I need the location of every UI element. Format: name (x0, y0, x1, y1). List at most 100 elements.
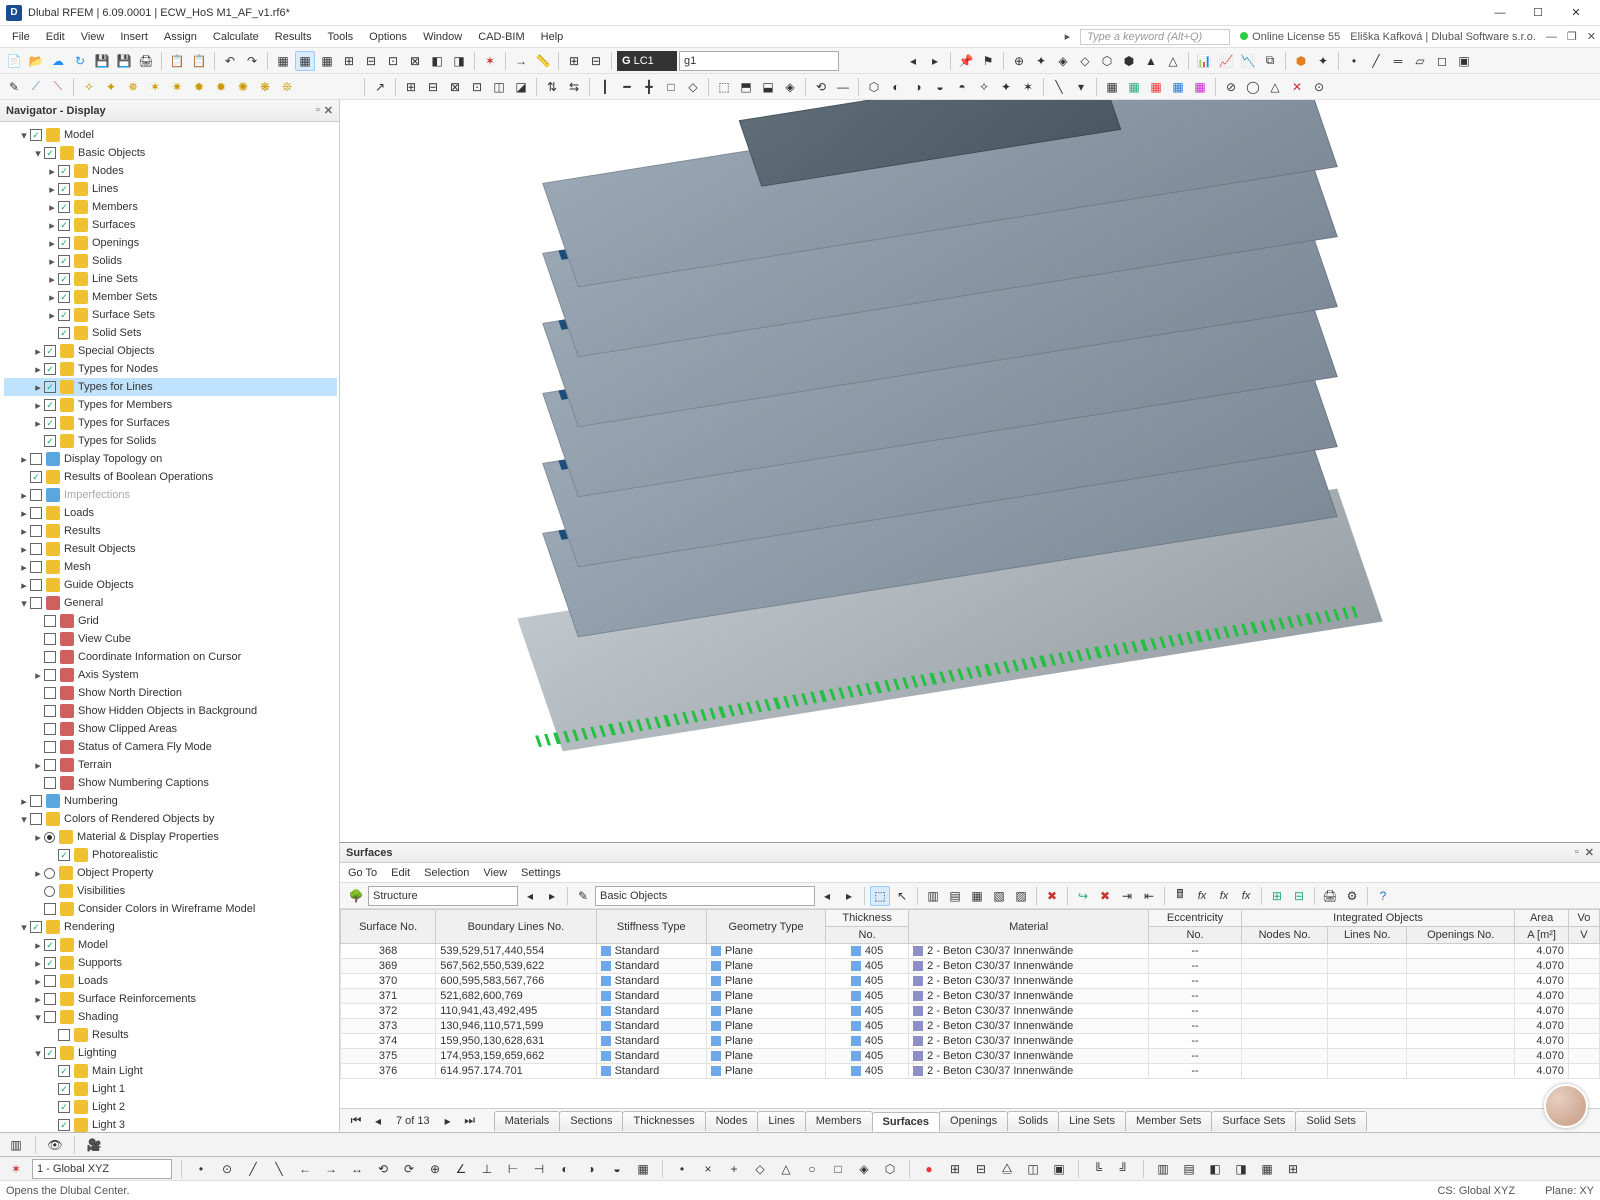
copy-icon[interactable]: 📋 (167, 51, 187, 71)
s-m2-icon[interactable]: ▤ (1179, 1159, 1199, 1179)
maximize-button[interactable]: ☐ (1520, 2, 1556, 24)
s-i16-icon[interactable]: ◑ (581, 1159, 601, 1179)
doc-close-icon[interactable]: ✕ (1587, 30, 1596, 43)
tree-item[interactable]: ▸Member Sets (4, 288, 337, 306)
s-l2-icon[interactable]: ╝ (1114, 1159, 1134, 1179)
table-row[interactable]: 376614.957.174.701StandardPlane4052 - Be… (341, 1064, 1600, 1079)
t2-f1-icon[interactable]: ⬡ (864, 77, 884, 97)
data-tab[interactable]: Line Sets (1058, 1111, 1126, 1131)
dp-delete-icon[interactable]: ✖ (1042, 886, 1062, 906)
print-icon[interactable]: 🖨 (136, 51, 156, 71)
dp-next-icon[interactable]: ▸ (542, 886, 562, 906)
dp-menu-settings[interactable]: Settings (521, 867, 561, 879)
t2-h3-icon[interactable]: ▦ (1146, 77, 1166, 97)
s-i11-icon[interactable]: ∠ (451, 1159, 471, 1179)
tree-item[interactable]: Light 2 (4, 1098, 337, 1116)
menu-assign[interactable]: Assign (156, 29, 205, 45)
tree-item[interactable]: ▸Imperfections (4, 486, 337, 504)
sect1-icon[interactable]: ⊞ (564, 51, 584, 71)
s-j8-icon[interactable]: ◈ (854, 1159, 874, 1179)
menu-file[interactable]: File (4, 29, 38, 45)
colg-area[interactable]: Area (1515, 910, 1569, 927)
dp-menu-edit[interactable]: Edit (391, 867, 410, 879)
tree-item[interactable]: ▸Types for Lines (4, 378, 337, 396)
snap5-icon[interactable]: ⬡ (1097, 51, 1117, 71)
tree-item[interactable]: Photorealistic (4, 846, 337, 864)
t2-f8-icon[interactable]: ✶ (1018, 77, 1038, 97)
t2-i3-icon[interactable]: △ (1265, 77, 1285, 97)
dp-xl1-icon[interactable]: ⊞ (1267, 886, 1287, 906)
lc-indicator[interactable]: G LC1 (617, 51, 677, 71)
tree-item[interactable]: ▸Types for Nodes (4, 360, 337, 378)
t2-3-icon[interactable]: ⟍ (48, 77, 68, 97)
save-icon[interactable]: 💾 (92, 51, 112, 71)
table-row[interactable]: 371521,682,600,769StandardPlane4052 - Be… (341, 989, 1600, 1004)
tree-item[interactable]: ▾Model (4, 126, 337, 144)
s-i17-icon[interactable]: ◒ (607, 1159, 627, 1179)
menu-insert[interactable]: Insert (112, 29, 156, 45)
solid-icon[interactable]: ▣ (1454, 51, 1474, 71)
basic-objects-combo[interactable]: Basic Objects (595, 886, 815, 906)
menu-cadbim[interactable]: CAD-BIM (470, 29, 532, 45)
calc-icon[interactable]: ✶ (480, 51, 500, 71)
new-icon[interactable]: 📄 (4, 51, 24, 71)
data-tab[interactable]: Lines (757, 1111, 805, 1131)
s-k6-icon[interactable]: ▣ (1049, 1159, 1069, 1179)
status-eye-icon[interactable]: 👁 (45, 1135, 65, 1155)
t2-9-icon[interactable]: ✸ (189, 77, 209, 97)
t2-i1-icon[interactable]: ⊘ (1221, 77, 1241, 97)
view9-icon[interactable]: ◨ (449, 51, 469, 71)
t2-11-icon[interactable]: ✺ (233, 77, 253, 97)
line-icon[interactable]: ╱ (1366, 51, 1386, 71)
tree-item[interactable]: ▾Shading (4, 1008, 337, 1026)
t2-d3-icon[interactable]: ⬓ (758, 77, 778, 97)
snap2-icon[interactable]: ✦ (1031, 51, 1051, 71)
table-row[interactable]: 370600,595,583,567,766StandardPlane4052 … (341, 974, 1600, 989)
view8-icon[interactable]: ◧ (427, 51, 447, 71)
tree-item[interactable]: Visibilities (4, 882, 337, 900)
s-k5-icon[interactable]: ◫ (1023, 1159, 1043, 1179)
view2-icon[interactable]: ▦ (295, 51, 315, 71)
dp-edit-icon[interactable]: ✎ (573, 886, 593, 906)
table-row[interactable]: 369567,562,550,539,622StandardPlane4052 … (341, 959, 1600, 974)
s-j4-icon[interactable]: ◇ (750, 1159, 770, 1179)
tree-item[interactable]: Consider Colors in Wireframe Model (4, 900, 337, 918)
view1-icon[interactable]: ▦ (273, 51, 293, 71)
view4-icon[interactable]: ⊞ (339, 51, 359, 71)
s-m4-icon[interactable]: ◨ (1231, 1159, 1251, 1179)
chart4-icon[interactable]: ⧉ (1260, 51, 1280, 71)
tree-item[interactable]: ▸Line Sets (4, 270, 337, 288)
t2-d2-icon[interactable]: ⬒ (736, 77, 756, 97)
t2-b2-icon[interactable]: ⇆ (564, 77, 584, 97)
t2-5-icon[interactable]: ✦ (101, 77, 121, 97)
t2-6-icon[interactable]: ✵ (123, 77, 143, 97)
col-openings-no[interactable]: Openings No. (1407, 927, 1515, 944)
t2-a5-icon[interactable]: ⊡ (467, 77, 487, 97)
tree-item[interactable]: ▸Model (4, 936, 337, 954)
t2-c4-icon[interactable]: □ (661, 77, 681, 97)
arrow-icon[interactable]: → (511, 51, 531, 71)
dp-export-icon[interactable]: ↪ (1073, 886, 1093, 906)
data-tab[interactable]: Nodes (705, 1111, 759, 1131)
col-surface-no[interactable]: Surface No. (341, 910, 436, 944)
next-lc-icon[interactable]: ▸ (925, 51, 945, 71)
structure-combo[interactable]: Structure (368, 886, 518, 906)
t2-f5-icon[interactable]: ◓ (952, 77, 972, 97)
dp-fx3-icon[interactable]: fx (1236, 886, 1256, 906)
navigator-tree[interactable]: ▾Model▾Basic Objects▸Nodes▸Lines▸Members… (0, 122, 339, 1132)
s-l1-icon[interactable]: ╚ (1088, 1159, 1108, 1179)
s-i10-icon[interactable]: ⊕ (425, 1159, 445, 1179)
tree-item[interactable]: ▸Object Property (4, 864, 337, 882)
col-thickness-no[interactable]: No. (826, 927, 909, 944)
dp-menu-view[interactable]: View (483, 867, 507, 879)
tree-item[interactable]: ▸Lines (4, 180, 337, 198)
tree-item[interactable]: ▾Lighting (4, 1044, 337, 1062)
status-panel-icon[interactable]: ▥ (6, 1135, 26, 1155)
data-tab[interactable]: Surface Sets (1211, 1111, 1296, 1131)
dp-remove-icon[interactable]: ✖ (1095, 886, 1115, 906)
tree-item[interactable]: ▾Basic Objects (4, 144, 337, 162)
data-tab[interactable]: Materials (494, 1111, 561, 1131)
s-i15-icon[interactable]: ◐ (555, 1159, 575, 1179)
nav-pin-icon[interactable]: ▫ (316, 104, 320, 117)
s-i12-icon[interactable]: ⊥ (477, 1159, 497, 1179)
